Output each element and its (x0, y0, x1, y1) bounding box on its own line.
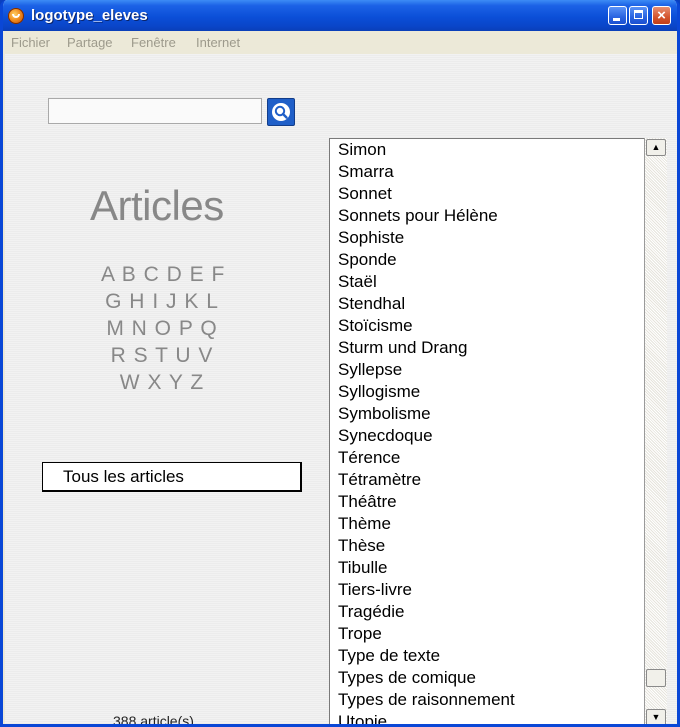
arrow-up-icon: ▲ (651, 142, 661, 152)
search-input[interactable] (48, 98, 262, 124)
list-item[interactable]: Syllogisme (330, 381, 644, 403)
minimize-icon (613, 18, 620, 21)
list-item[interactable]: Sonnets pour Hélène (330, 205, 644, 227)
close-button[interactable]: × (652, 6, 671, 25)
letter-g[interactable]: G (105, 290, 122, 313)
app-icon[interactable] (8, 8, 24, 24)
letter-f[interactable]: F (211, 263, 225, 286)
letter-z[interactable]: Z (190, 371, 204, 394)
menu-bar: Fichier Partage Fenêtre Internet (3, 31, 677, 53)
list-item[interactable]: Type de texte (330, 645, 644, 667)
page-title: Articles (90, 182, 224, 229)
alphabet-row: W X Y Z (101, 369, 223, 396)
scroll-down-button[interactable]: ▼ (646, 709, 666, 724)
letter-h[interactable]: H (129, 290, 145, 313)
list-item[interactable]: Stoïcisme (330, 315, 644, 337)
list-item[interactable]: Syllepse (330, 359, 644, 381)
letter-b[interactable]: B (122, 263, 137, 286)
letter-e[interactable]: E (190, 263, 205, 286)
article-count: 388 article(s) (113, 713, 194, 727)
letter-w[interactable]: W (120, 371, 141, 394)
list-item[interactable]: Smarra (330, 161, 644, 183)
scroll-thumb[interactable] (646, 669, 666, 687)
app-window: logotype_eleves × Fichier Partage Fenêtr… (0, 0, 680, 727)
list-item[interactable]: Tragédie (330, 601, 644, 623)
letter-m[interactable]: M (106, 317, 125, 340)
alphabet-row: R S T U V (101, 342, 223, 369)
article-list[interactable]: Simon Smarra Sonnet Sonnets pour Hélène Soph… (329, 138, 644, 724)
letter-c[interactable]: C (144, 263, 160, 286)
list-item[interactable]: Symbolisme (330, 403, 644, 425)
close-icon: × (657, 7, 666, 24)
list-item[interactable]: Tiers-livre (330, 579, 644, 601)
alphabet-index: A B C D E FG H I J K LM N O P QR S T U V… (101, 261, 225, 396)
maximize-icon (634, 10, 643, 19)
list-item[interactable]: Utopie (330, 711, 644, 724)
scroll-up-button[interactable]: ▲ (646, 139, 666, 156)
letter-u[interactable]: U (175, 344, 191, 367)
minimize-button[interactable] (608, 6, 627, 25)
list-item[interactable]: Térence (330, 447, 644, 469)
list-scrollbar[interactable]: ▲ ▼ (644, 138, 667, 724)
list-item[interactable]: Thèse (330, 535, 644, 557)
list-item[interactable]: Théâtre (330, 491, 644, 513)
letter-a[interactable]: A (101, 263, 115, 286)
list-item[interactable]: Sponde (330, 249, 644, 271)
alphabet-row: G H I J K L (101, 288, 223, 315)
list-item[interactable]: Synecdoque (330, 425, 644, 447)
arrow-down-icon: ▼ (651, 712, 661, 722)
maximize-button[interactable] (629, 6, 648, 25)
alphabet-row: A B C D E F (101, 261, 225, 288)
list-item[interactable]: Types de comique (330, 667, 644, 689)
alphabet-row: M N O P Q (101, 315, 223, 342)
letter-p[interactable]: P (179, 317, 194, 340)
list-item[interactable]: Tétramètre (330, 469, 644, 491)
list-item[interactable]: Staël (330, 271, 644, 293)
menu-fichier[interactable]: Fichier (11, 35, 50, 50)
letter-t[interactable]: T (155, 344, 168, 367)
letter-q[interactable]: Q (200, 317, 217, 340)
letter-x[interactable]: X (147, 371, 162, 394)
letter-y[interactable]: Y (169, 371, 184, 394)
all-articles-button[interactable]: Tous les articles (42, 462, 302, 492)
list-item[interactable]: Stendhal (330, 293, 644, 315)
list-item[interactable]: Tibulle (330, 557, 644, 579)
search-button[interactable] (267, 98, 295, 126)
list-item[interactable]: Sophiste (330, 227, 644, 249)
list-item[interactable]: Types de raisonnement (330, 689, 644, 711)
search-icon (272, 103, 290, 121)
letter-l[interactable]: L (206, 290, 219, 313)
menu-internet[interactable]: Internet (196, 35, 240, 50)
list-item[interactable]: Sturm und Drang (330, 337, 644, 359)
letter-d[interactable]: D (167, 263, 183, 286)
list-item[interactable]: Sonnet (330, 183, 644, 205)
menu-partage[interactable]: Partage (67, 35, 113, 50)
list-item[interactable]: Thème (330, 513, 644, 535)
main-content: Articles A B C D E FG H I J K LM N O P Q… (5, 54, 677, 727)
list-item[interactable]: Simon (330, 139, 644, 161)
letter-i[interactable]: I (152, 290, 159, 313)
menu-fenetre[interactable]: Fenêtre (131, 35, 176, 50)
letter-n[interactable]: N (132, 317, 148, 340)
letter-v[interactable]: V (198, 344, 213, 367)
window-title: logotype_eleves (31, 7, 148, 24)
letter-o[interactable]: O (155, 317, 172, 340)
title-bar[interactable]: logotype_eleves × (3, 0, 677, 31)
letter-s[interactable]: S (134, 344, 149, 367)
letter-r[interactable]: R (111, 344, 127, 367)
letter-j[interactable]: J (166, 290, 178, 313)
list-item[interactable]: Trope (330, 623, 644, 645)
letter-k[interactable]: K (184, 290, 199, 313)
